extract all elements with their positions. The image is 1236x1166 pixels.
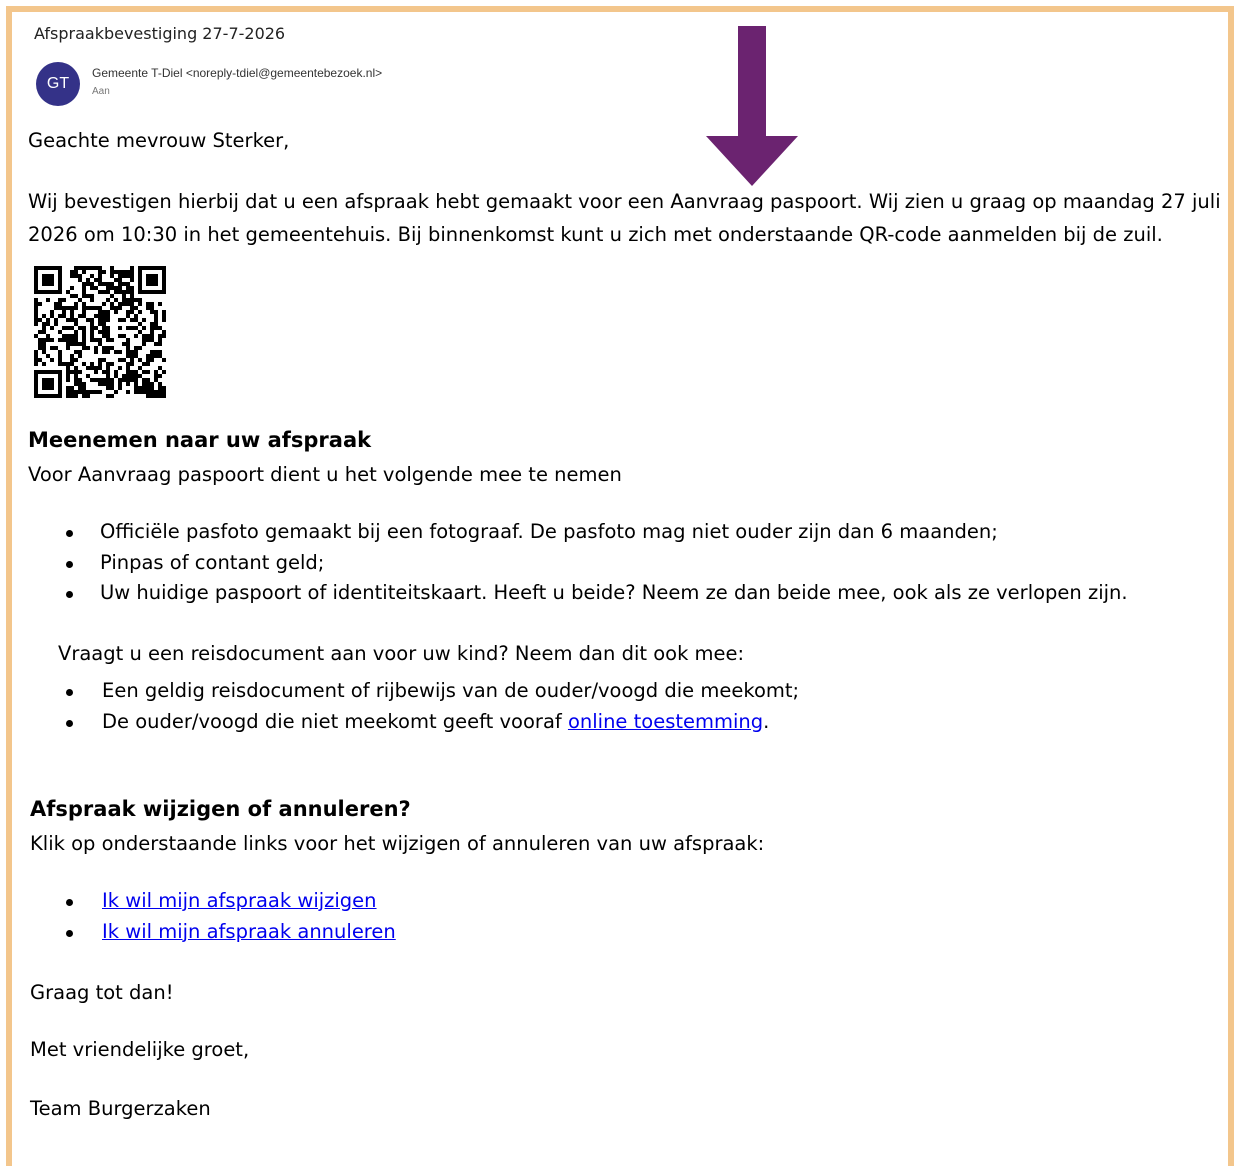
- qr-code-icon: [34, 266, 166, 398]
- child-item-2-prefix: De ouder/voogd die niet meekomt geeft vo…: [102, 709, 568, 733]
- cancel-appointment-link[interactable]: Ik wil mijn afspraak annuleren: [102, 920, 396, 943]
- to-label: Aan: [92, 86, 110, 97]
- list-item: Officiële pasfoto gemaakt bij een fotogr…: [66, 517, 1128, 548]
- child-list: Een geldig reisdocument of rijbewijs van…: [66, 676, 799, 737]
- signature: Team Burgerzaken: [30, 1097, 211, 1120]
- bring-list: Officiële pasfoto gemaakt bij een fotogr…: [66, 517, 1128, 609]
- sender-address[interactable]: Gemeente T-Diel <noreply-tdiel@gemeenteb…: [92, 66, 382, 80]
- list-item: Uw huidige paspoort of identiteitskaart.…: [66, 578, 1128, 609]
- bring-heading: Meenemen naar uw afspraak: [28, 428, 372, 452]
- list-item: Een geldig reisdocument of rijbewijs van…: [66, 676, 799, 707]
- list-item: Ik wil mijn afspraak wijzigen: [66, 886, 396, 917]
- change-links-list: Ik wil mijn afspraak wijzigen Ik wil mij…: [66, 886, 396, 947]
- list-item: Pinpas of contant geld;: [66, 548, 1128, 579]
- change-appointment-link[interactable]: Ik wil mijn afspraak wijzigen: [102, 889, 377, 912]
- change-intro: Klik op onderstaande links voor het wijz…: [30, 832, 765, 855]
- closing-line-2: Met vriendelijke groet,: [30, 1038, 250, 1061]
- bring-intro: Voor Aanvraag paspoort dient u het volge…: [28, 463, 622, 486]
- intro-line-2: 2026 om 10:30 in het gemeentehuis. Bij b…: [28, 223, 1163, 246]
- child-item-2-suffix: .: [763, 709, 770, 733]
- list-item: De ouder/voogd die niet meekomt geeft vo…: [66, 707, 799, 738]
- down-arrow-icon: [706, 26, 798, 186]
- online-consent-link[interactable]: online toestemming: [568, 710, 763, 733]
- sender-avatar[interactable]: GT: [36, 62, 80, 106]
- closing-line-1: Graag tot dan!: [30, 981, 174, 1004]
- email-subject: Afspraakbevestiging 27-7-2026: [34, 24, 286, 43]
- list-item: Ik wil mijn afspraak annuleren: [66, 917, 396, 948]
- greeting: Geachte mevrouw Sterker,: [28, 129, 290, 152]
- child-intro: Vraagt u een reisdocument aan voor uw ki…: [58, 642, 745, 665]
- intro-line-1: Wij bevestigen hierbij dat u een afspraa…: [28, 190, 1221, 213]
- change-heading: Afspraak wijzigen of annuleren?: [30, 797, 411, 821]
